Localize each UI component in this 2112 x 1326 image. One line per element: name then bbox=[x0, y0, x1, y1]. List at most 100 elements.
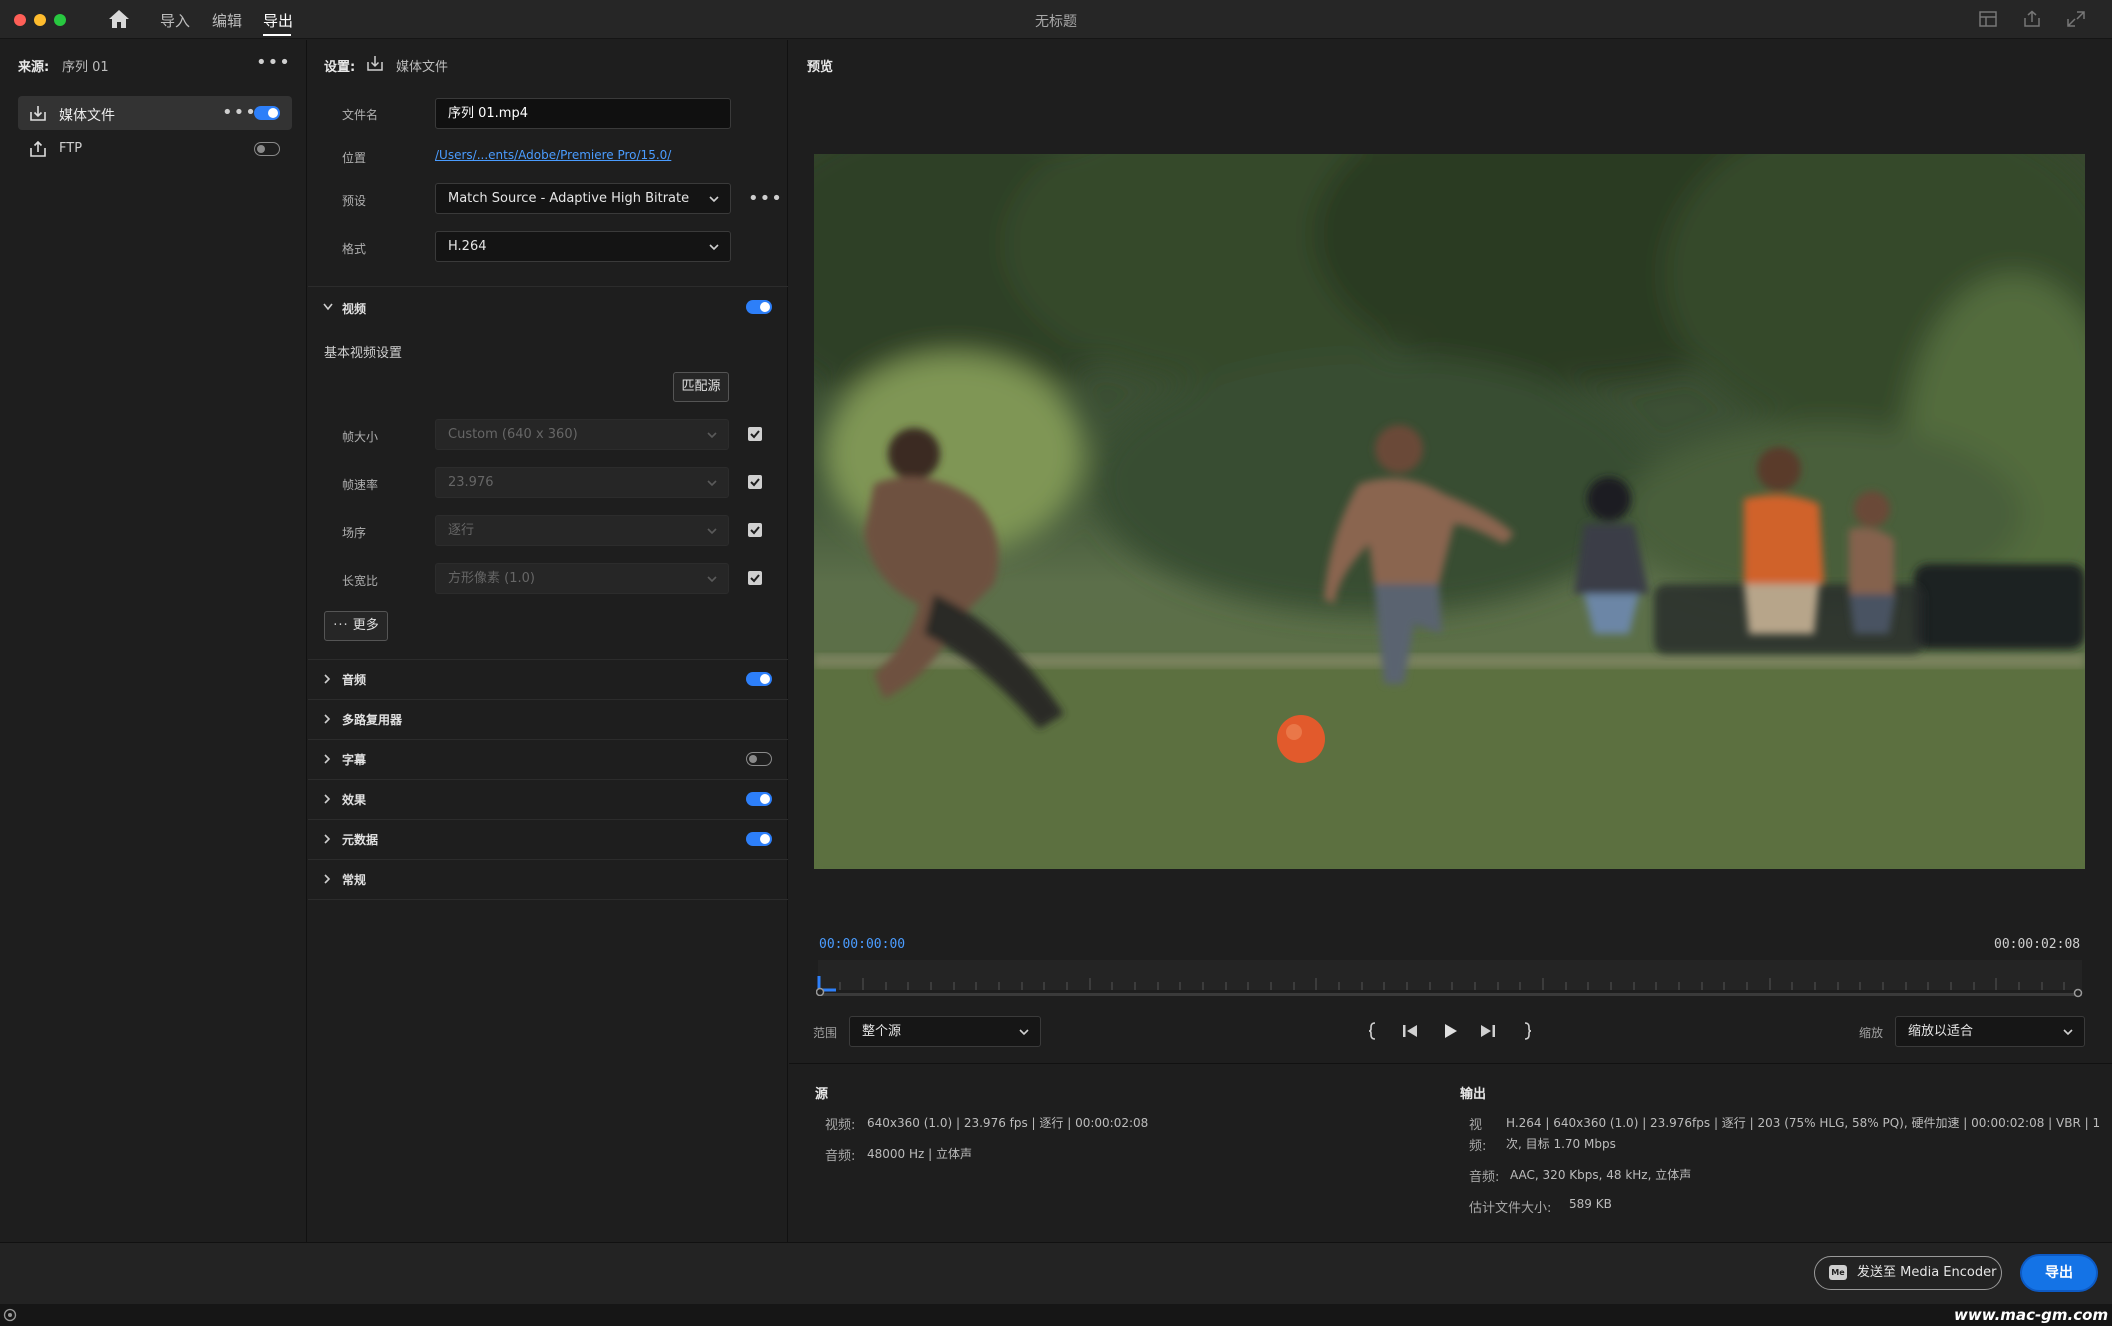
play-icon[interactable] bbox=[1440, 1021, 1460, 1041]
source-label: 来源: bbox=[18, 60, 50, 75]
chevron-down-icon bbox=[1019, 1029, 1029, 1036]
location-link[interactable]: /Users/...ents/Adobe/Premiere Pro/15.0/ bbox=[435, 148, 671, 162]
title-bar: 导入 编辑 导出 无标题 bbox=[0, 0, 2112, 39]
source-item-label: FTP bbox=[59, 141, 83, 156]
source-item-ftp[interactable]: FTP bbox=[18, 132, 292, 166]
step-back-icon[interactable] bbox=[1400, 1021, 1420, 1041]
settings-panel: 设置: 媒体文件 文件名 序列 01.mp4 位置 /Users/...ents… bbox=[308, 40, 788, 1242]
metadata-toggle[interactable] bbox=[746, 832, 772, 846]
output-video-value: H.264 | 640x360 (1.0) | 23.976fps | 逐行 |… bbox=[1506, 1116, 2101, 1130]
ftp-toggle[interactable] bbox=[254, 142, 280, 156]
status-indicator-icon[interactable] bbox=[3, 1308, 17, 1322]
export-button[interactable]: 导出 bbox=[2022, 1256, 2096, 1290]
aspect-label: 长宽比 bbox=[342, 574, 379, 588]
source-audio-label: 音频: bbox=[825, 1149, 856, 1164]
field-order-checkbox[interactable] bbox=[748, 523, 762, 537]
active-tab-indicator bbox=[263, 34, 291, 36]
output-video-label-cont: 频: bbox=[1469, 1139, 1487, 1154]
playhead-icon[interactable] bbox=[816, 974, 840, 996]
preview-image bbox=[814, 154, 2085, 869]
audio-toggle[interactable] bbox=[746, 672, 772, 686]
source-video-label: 视频: bbox=[825, 1118, 856, 1133]
source-info-title: 源 bbox=[815, 1087, 829, 1102]
chevron-down-icon bbox=[707, 432, 717, 439]
export-file-icon bbox=[367, 56, 383, 71]
video-toggle[interactable] bbox=[746, 300, 772, 314]
preset-label: 预设 bbox=[342, 194, 367, 208]
preset-dropdown[interactable]: Match Source - Adaptive High Bitrate bbox=[435, 183, 731, 214]
fullscreen-icon[interactable] bbox=[2066, 10, 2086, 28]
more-settings-button[interactable]: ··· 更多 bbox=[324, 611, 388, 641]
export-file-icon bbox=[30, 106, 46, 121]
format-dropdown[interactable]: H.264 bbox=[435, 231, 731, 262]
step-forward-icon[interactable] bbox=[1478, 1021, 1498, 1041]
output-audio-label: 音频: bbox=[1469, 1170, 1500, 1185]
chevron-down-icon bbox=[2063, 1029, 2073, 1036]
chevron-down-icon[interactable] bbox=[322, 302, 334, 312]
range-label: 范围 bbox=[813, 1026, 838, 1040]
mark-out-icon[interactable] bbox=[1520, 1021, 1534, 1041]
match-source-button[interactable]: 匹配源 bbox=[673, 372, 729, 402]
zoom-dropdown[interactable]: 缩放以适合 bbox=[1895, 1016, 2085, 1047]
frame-size-checkbox[interactable] bbox=[748, 427, 762, 441]
section-title: 多路复用器 bbox=[342, 713, 403, 727]
filename-label: 文件名 bbox=[342, 108, 379, 122]
filesize-label: 估计文件大小: bbox=[1469, 1201, 1552, 1216]
preview-title: 预览 bbox=[807, 60, 834, 75]
field-order-label: 场序 bbox=[342, 526, 367, 540]
media-file-toggle[interactable] bbox=[254, 106, 280, 120]
frame-rate-checkbox[interactable] bbox=[748, 475, 762, 489]
timeline-scrubber[interactable] bbox=[816, 960, 2084, 998]
chevron-down-icon bbox=[709, 196, 719, 203]
frame-size-label: 帧大小 bbox=[342, 430, 379, 444]
format-label: 格式 bbox=[342, 242, 367, 256]
section-general[interactable]: 常规 bbox=[308, 859, 788, 899]
mark-in-icon[interactable] bbox=[1366, 1021, 1380, 1041]
section-audio[interactable]: 音频 bbox=[308, 659, 788, 699]
chevron-right-icon bbox=[324, 754, 331, 764]
chevron-right-icon bbox=[324, 874, 331, 884]
basic-video-settings-title: 基本视频设置 bbox=[324, 346, 403, 361]
timeline-track bbox=[818, 993, 2082, 996]
divider bbox=[308, 899, 788, 900]
chevron-down-icon bbox=[707, 480, 717, 487]
settings-target: 媒体文件 bbox=[396, 60, 449, 75]
media-file-more-icon[interactable]: ••• bbox=[222, 104, 257, 122]
source-more-menu-icon[interactable]: ••• bbox=[256, 54, 291, 72]
aspect-dropdown: 方形像素 (1.0) bbox=[435, 563, 729, 594]
section-captions[interactable]: 字幕 bbox=[308, 739, 788, 779]
preset-more-icon[interactable]: ••• bbox=[748, 190, 783, 208]
source-item-media-file[interactable]: 媒体文件 ••• bbox=[18, 96, 292, 130]
status-bar: www.mac-gm.com bbox=[0, 1304, 2112, 1326]
video-preview bbox=[814, 154, 2085, 869]
section-multiplexer[interactable]: 多路复用器 bbox=[308, 699, 788, 739]
more-label: 更多 bbox=[352, 618, 379, 633]
aspect-checkbox[interactable] bbox=[748, 571, 762, 585]
section-title: 字幕 bbox=[342, 753, 367, 767]
more-dots-icon: ··· bbox=[333, 618, 349, 633]
frame-rate-label: 帧速率 bbox=[342, 478, 379, 492]
captions-toggle[interactable] bbox=[746, 752, 772, 766]
divider bbox=[789, 1063, 2112, 1064]
preset-value: Match Source - Adaptive High Bitrate bbox=[448, 191, 690, 206]
frame-size-dropdown: Custom (640 x 360) bbox=[435, 419, 729, 450]
effects-toggle[interactable] bbox=[746, 792, 772, 806]
section-title: 常规 bbox=[342, 873, 367, 887]
section-effects[interactable]: 效果 bbox=[308, 779, 788, 819]
send-to-media-encoder-button[interactable]: Me 发送至 Media Encoder bbox=[1814, 1256, 2002, 1290]
zoom-value: 缩放以适合 bbox=[1908, 1024, 1974, 1039]
filename-input[interactable]: 序列 01.mp4 bbox=[435, 98, 731, 129]
frame-rate-value: 23.976 bbox=[448, 475, 494, 490]
divider bbox=[308, 286, 788, 287]
format-value: H.264 bbox=[448, 239, 487, 254]
output-video-label: 视 bbox=[1469, 1118, 1483, 1133]
range-dropdown[interactable]: 整个源 bbox=[849, 1016, 1041, 1047]
section-metadata[interactable]: 元数据 bbox=[308, 819, 788, 859]
share-icon[interactable] bbox=[2022, 10, 2042, 28]
section-title: 元数据 bbox=[342, 833, 379, 847]
output-audio-value: AAC, 320 Kbps, 48 kHz, 立体声 bbox=[1510, 1168, 1692, 1182]
video-section-title[interactable]: 视频 bbox=[342, 300, 366, 317]
output-info-title: 输出 bbox=[1460, 1087, 1487, 1102]
out-point-handle-icon[interactable] bbox=[2072, 988, 2084, 998]
panel-layout-icon[interactable] bbox=[1978, 10, 1998, 28]
